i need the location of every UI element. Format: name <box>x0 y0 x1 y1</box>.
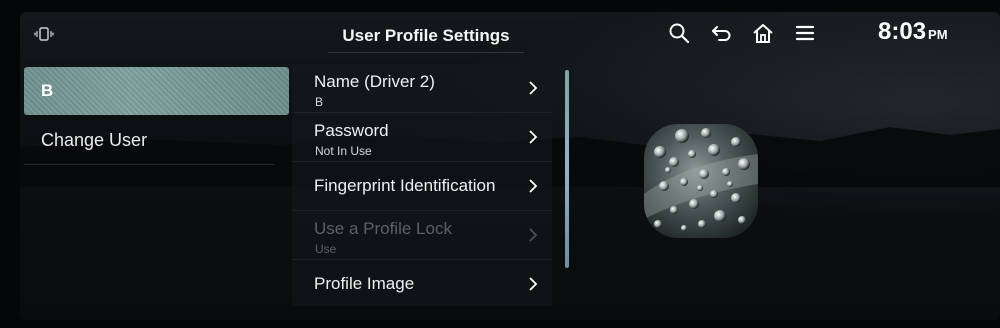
screen: User Profile Settings 8:03 PM B Change Us… <box>20 12 1000 320</box>
clock: 8:03 PM <box>878 18 948 46</box>
menu-item-value: Not In Use <box>315 144 372 158</box>
menu-item-profile-image[interactable]: Profile Image <box>292 260 552 308</box>
clock-time: 8:03 <box>878 18 927 45</box>
menu-item-label: Password <box>314 121 389 140</box>
menu-item-profile-lock: Use a Profile Lock Use <box>292 211 552 260</box>
menu-item-password[interactable]: Password Not In Use <box>292 113 552 162</box>
back-icon[interactable] <box>710 22 732 44</box>
menu-item-value: B <box>315 95 324 109</box>
search-icon[interactable] <box>668 22 690 44</box>
chevron-right-icon <box>529 228 538 242</box>
chevron-right-icon <box>529 130 538 144</box>
menu-item-label: Use a Profile Lock <box>314 219 452 238</box>
page-title: User Profile Settings <box>328 26 524 53</box>
menu-item-label: Name (Driver 2) <box>314 72 435 91</box>
menu-item-label: Profile Image <box>314 274 415 293</box>
chevron-right-icon <box>529 81 538 95</box>
chevron-right-icon <box>529 277 538 291</box>
menu-item-label: Fingerprint Identification <box>314 176 496 195</box>
chevron-right-icon <box>529 179 538 193</box>
vibration-status-icon <box>34 27 54 41</box>
menu-item-value: Use <box>315 242 337 256</box>
scrollbar[interactable] <box>565 70 569 268</box>
clock-ampm: PM <box>928 27 948 42</box>
change-user-button[interactable]: Change User <box>24 118 274 165</box>
change-user-label: Change User <box>41 130 148 150</box>
user-item-label: B <box>41 81 54 100</box>
home-icon[interactable] <box>752 22 774 44</box>
menu-item-name[interactable]: Name (Driver 2) B <box>292 64 552 113</box>
menu-item-fingerprint[interactable]: Fingerprint Identification <box>292 162 552 211</box>
profile-image <box>644 124 758 238</box>
user-item-selected[interactable]: B <box>24 67 289 115</box>
menu-icon[interactable] <box>794 22 816 44</box>
settings-menu: Name (Driver 2) B Password Not In Use Fi… <box>292 64 552 308</box>
